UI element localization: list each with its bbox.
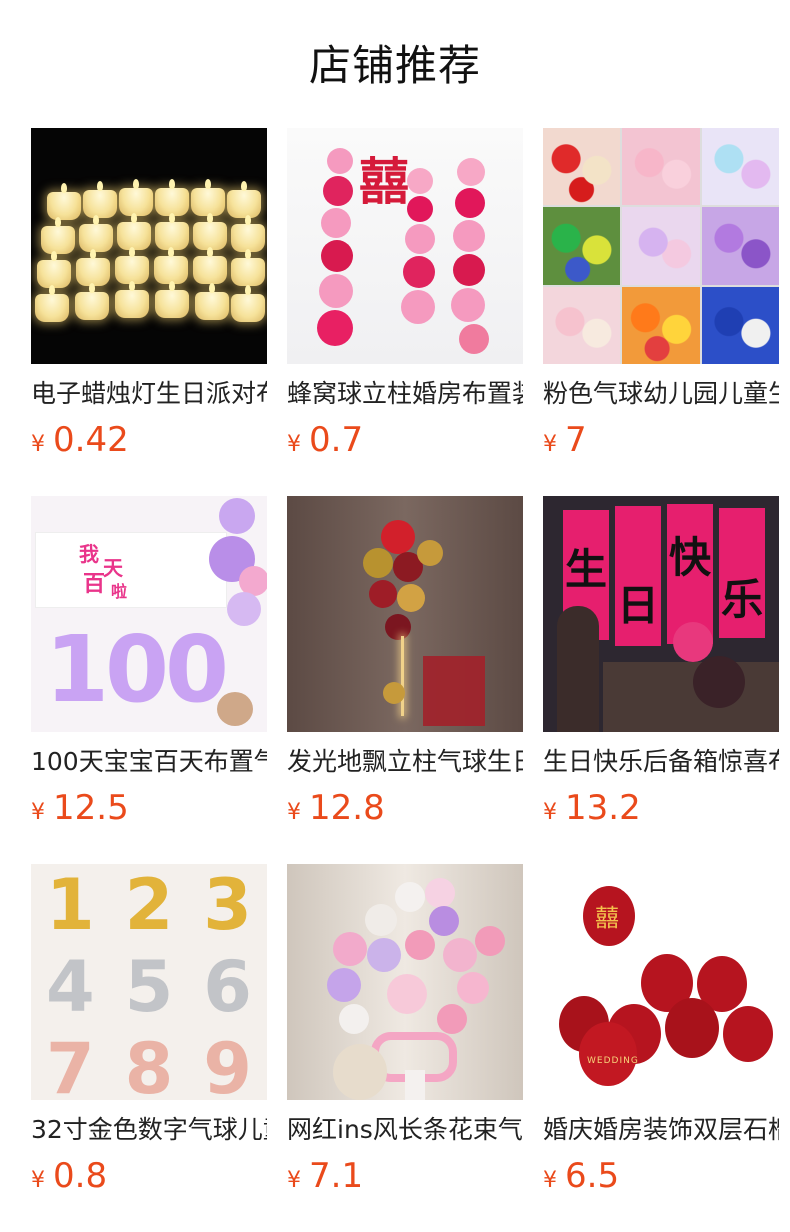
digit-balloon: 7 — [45, 1028, 95, 1100]
price-value: 0.7 — [309, 420, 364, 460]
product-price: ¥0.42 — [31, 420, 267, 460]
banner-char: 生 — [565, 545, 608, 594]
currency-symbol: ¥ — [31, 1168, 45, 1193]
digit-balloon: 3 — [203, 864, 253, 946]
currency-symbol: ¥ — [31, 800, 45, 825]
product-name[interactable]: 蜂窝球立柱婚房布置装饰 — [287, 378, 523, 410]
trunk — [603, 662, 779, 732]
price-value: 7 — [565, 420, 587, 460]
product-price: ¥13.2 — [543, 788, 779, 828]
number-balloons-image[interactable]: 1 2 3 4 5 6 7 8 9 — [31, 864, 267, 1100]
currency-symbol: ¥ — [543, 432, 557, 457]
product-card[interactable]: 生 日 快 乐 生日快乐后备箱惊喜布置 ¥13.2 — [543, 496, 779, 828]
light-balloon-stand-image[interactable] — [287, 496, 523, 732]
digit-balloon: 8 — [124, 1028, 174, 1100]
price-value: 12.8 — [309, 788, 385, 828]
digit-balloon: 4 — [45, 946, 95, 1028]
digit-balloon: 2 — [124, 864, 174, 946]
product-price: ¥7.1 — [287, 1156, 523, 1196]
led-candles-image[interactable] — [31, 128, 267, 364]
price-value: 12.5 — [53, 788, 129, 828]
product-card[interactable]: 粉色气球幼儿园儿童生日 ¥7 — [543, 128, 779, 460]
product-price: ¥0.8 — [31, 1156, 267, 1196]
double-happiness-sign: 囍 — [359, 153, 409, 211]
product-card[interactable]: 网红ins风长条花束气球 ¥7.1 — [287, 864, 523, 1196]
product-price: ¥12.8 — [287, 788, 523, 828]
product-price: ¥0.7 — [287, 420, 523, 460]
teddy-bear — [333, 1044, 387, 1100]
digit-balloon: 6 — [203, 946, 253, 1028]
price-value: 6.5 — [565, 1156, 620, 1196]
product-card[interactable]: 我 天 百 啦 100 100天宝宝百天布置气球 ¥12.5 — [31, 496, 267, 828]
price-value: 7.1 — [309, 1156, 364, 1196]
product-name[interactable]: 100天宝宝百天布置气球 — [31, 746, 267, 778]
trunk-surprise-image[interactable]: 生 日 快 乐 — [543, 496, 779, 732]
product-name[interactable]: 电子蜡烛灯生日派对布置 — [31, 378, 267, 410]
banner-char: 百 — [83, 572, 106, 597]
currency-symbol: ¥ — [543, 1168, 557, 1193]
digit-balloon: 9 — [203, 1028, 253, 1100]
double-happiness-sign: 囍 — [595, 904, 619, 932]
currency-symbol: ¥ — [31, 432, 45, 457]
price-value: 0.42 — [53, 420, 129, 460]
product-card[interactable]: 囍 蜂窝球立柱婚房布置装饰 ¥0.7 — [287, 128, 523, 460]
product-name[interactable]: 粉色气球幼儿园儿童生日 — [543, 378, 779, 410]
product-price: ¥12.5 — [31, 788, 267, 828]
product-name[interactable]: 婚庆婚房装饰双层石榴红 — [543, 1114, 779, 1146]
baby-100-days-image[interactable]: 我 天 百 啦 100 — [31, 496, 267, 732]
currency-symbol: ¥ — [543, 800, 557, 825]
product-card[interactable]: 1 2 3 4 5 6 7 8 9 32寸金色数字气球儿童 ¥0.8 — [31, 864, 267, 1196]
banner-char: 日 — [617, 581, 660, 630]
price-value: 0.8 — [53, 1156, 108, 1196]
wedding-badge: WEDDING — [587, 1056, 639, 1066]
product-name[interactable]: 32寸金色数字气球儿童 — [31, 1114, 267, 1146]
teddy-bear — [217, 692, 253, 726]
banner — [35, 532, 227, 608]
currency-symbol: ¥ — [287, 432, 301, 457]
product-card[interactable]: 电子蜡烛灯生日派对布置 ¥0.42 — [31, 128, 267, 460]
banner-char: 天 — [103, 556, 123, 580]
balloon-bouquet-image[interactable] — [287, 864, 523, 1100]
person — [557, 606, 599, 732]
wedding-red-balloons-image[interactable]: 囍 WEDDING — [543, 864, 779, 1100]
number-100-balloon: 100 — [45, 616, 229, 723]
tag-card — [423, 656, 485, 726]
digit-balloon: 1 — [45, 864, 95, 946]
digit-balloon: 5 — [124, 946, 174, 1028]
banner-char: 乐 — [721, 575, 764, 624]
honeycomb-ball-pillar-image[interactable]: 囍 — [287, 128, 523, 364]
product-card[interactable]: 囍 WEDDING 婚庆婚房装饰双层石榴红 ¥6.5 — [543, 864, 779, 1196]
product-grid: 电子蜡烛灯生日派对布置 ¥0.42 囍 蜂窝球立柱婚房布置装饰 ¥0.7 — [0, 0, 790, 1232]
product-name[interactable]: 生日快乐后备箱惊喜布置 — [543, 746, 779, 778]
product-name[interactable]: 发光地飘立柱气球生日 — [287, 746, 523, 778]
banner-char: 快 — [669, 533, 712, 582]
product-price: ¥7 — [543, 420, 779, 460]
product-card[interactable]: 发光地飘立柱气球生日 ¥12.8 — [287, 496, 523, 828]
currency-symbol: ¥ — [287, 800, 301, 825]
banner-char: 我 — [79, 542, 99, 566]
currency-symbol: ¥ — [287, 1168, 301, 1193]
balloon-collage-image[interactable] — [543, 128, 779, 364]
product-price: ¥6.5 — [543, 1156, 779, 1196]
price-value: 13.2 — [565, 788, 641, 828]
banner-char: 啦 — [111, 582, 128, 601]
product-name[interactable]: 网红ins风长条花束气球 — [287, 1114, 523, 1146]
